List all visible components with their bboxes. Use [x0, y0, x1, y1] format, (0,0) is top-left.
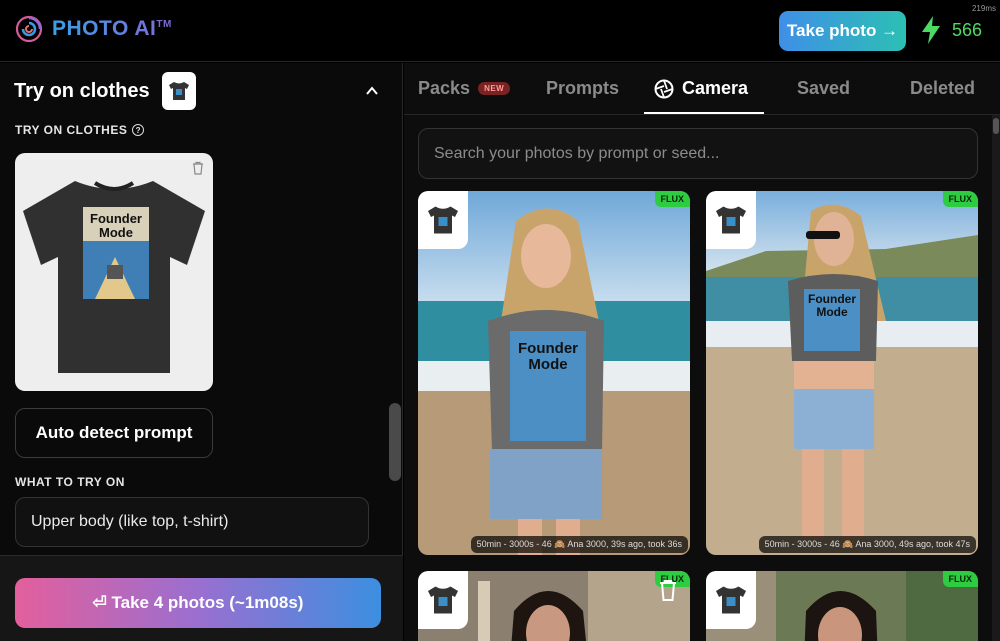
garment-thumbnail: [418, 571, 468, 629]
tshirt-icon: [428, 586, 458, 614]
what-to-try-label: WHAT TO TRY ON: [15, 475, 125, 489]
flux-badge: FLUX: [942, 571, 978, 587]
section-header[interactable]: Try on clothes: [14, 71, 390, 111]
new-badge: NEW: [478, 82, 511, 95]
active-tab-indicator: [644, 112, 764, 114]
svg-text:Founder: Founder: [518, 340, 578, 357]
tab-prompts[interactable]: Prompts: [546, 78, 619, 99]
tshirt-icon: [168, 82, 189, 100]
tab-saved[interactable]: Saved: [797, 78, 850, 99]
trash-icon[interactable]: [191, 161, 205, 175]
spiral-logo-icon: [15, 15, 43, 43]
logo[interactable]: PHOTO AITM: [14, 14, 172, 44]
svg-text:Founder: Founder: [808, 292, 856, 306]
flux-badge: FLUX: [654, 191, 690, 207]
svg-text:Mode: Mode: [528, 356, 567, 373]
photo-card[interactable]: Founder Mode FLUX 50min - 3000s - 46 🙈 A…: [418, 191, 690, 555]
tab-deleted[interactable]: Deleted: [910, 78, 975, 99]
tshirt-icon: [716, 586, 746, 614]
photo-card[interactable]: FLUX: [418, 571, 690, 641]
auto-detect-prompt-button[interactable]: Auto detect prompt: [15, 408, 213, 458]
section-title: Try on clothes: [14, 79, 150, 102]
tab-packs[interactable]: Packs NEW: [418, 78, 511, 99]
left-scrollbar-thumb[interactable]: [389, 403, 401, 481]
left-footer: ⏎ Take 4 photos (~1m08s): [0, 555, 403, 641]
garment-thumbnail: [706, 191, 756, 249]
tab-camera[interactable]: Camera: [654, 78, 748, 99]
tab-bar: Packs NEW Prompts Camera Saved Deleted: [404, 63, 1000, 115]
left-panel: Try on clothes TRY ON CLOTHES ? Founder …: [0, 63, 403, 641]
shirt-text-2: Mode: [99, 225, 133, 240]
garment-thumbnail: [706, 571, 756, 629]
photo-card[interactable]: FLUX: [706, 571, 978, 641]
chevron-up-icon[interactable]: [364, 83, 380, 99]
credits-display: 566: [920, 16, 982, 44]
garment-thumbnail: [161, 72, 196, 110]
svg-text:Mode: Mode: [816, 305, 848, 319]
lightning-icon: [922, 16, 940, 44]
help-icon[interactable]: ?: [132, 124, 145, 136]
trash-icon[interactable]: [658, 579, 678, 601]
right-scrollbar-track[interactable]: [992, 115, 1000, 641]
logo-text: PHOTO AITM: [52, 17, 172, 40]
photo-caption: 50min - 3000s - 46 🙈 Ana 3000, 39s ago, …: [470, 536, 688, 553]
corner-label: 219ms: [971, 4, 996, 13]
photo-caption: 50min - 3000s - 46 🙈 Ana 3000, 49s ago, …: [758, 536, 976, 553]
flux-badge: FLUX: [942, 191, 978, 207]
photo-card[interactable]: Founder Mode FLUX 50min - 3000s - 46 🙈 A…: [706, 191, 978, 555]
garment-image[interactable]: Founder Mode: [15, 153, 213, 391]
tshirt-image-icon: Founder Mode: [23, 181, 205, 373]
take-photos-button[interactable]: ⏎ Take 4 photos (~1m08s): [15, 578, 381, 628]
aperture-icon: [654, 79, 674, 98]
shirt-text-1: Founder: [90, 211, 142, 226]
search-input[interactable]: [418, 128, 978, 179]
tshirt-icon: [428, 206, 458, 234]
right-scrollbar-thumb[interactable]: [993, 118, 999, 134]
top-bar: PHOTO AITM 219ms Take photo → 566: [0, 0, 1000, 62]
right-panel: Packs NEW Prompts Camera Saved Deleted S…: [404, 63, 1000, 641]
what-to-try-select[interactable]: Upper body (like top, t-shirt): [15, 497, 369, 547]
garment-thumbnail: [418, 191, 468, 249]
credits-count: 566: [952, 19, 983, 40]
tshirt-icon: [716, 206, 746, 234]
try-on-label: TRY ON CLOTHES ?: [15, 123, 145, 137]
take-photo-button[interactable]: Take photo →: [779, 11, 906, 51]
